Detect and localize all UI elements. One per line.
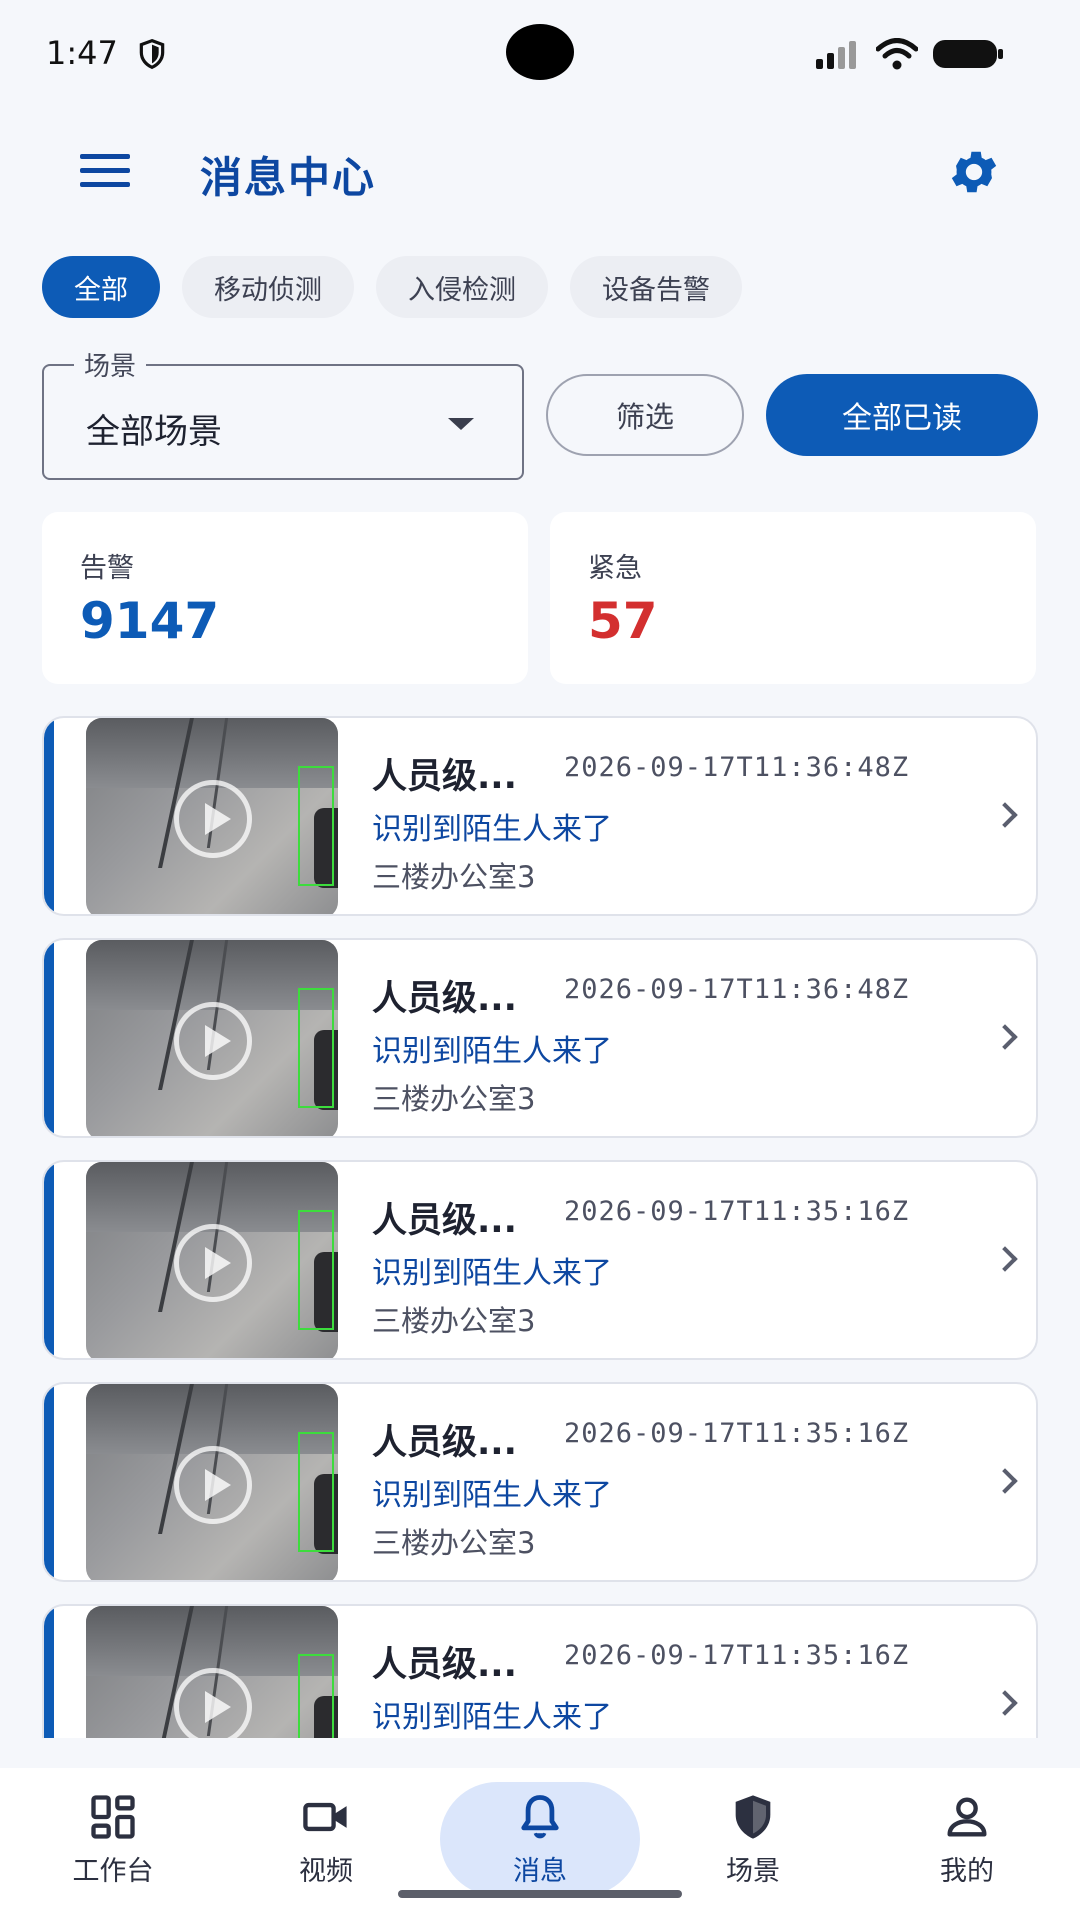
chevron-right-icon (992, 802, 1018, 828)
message-time: 2026-09-17T11:35:16Z (564, 1196, 910, 1227)
message-list-item[interactable]: 人员级... 2026-09-17T11:35:16Z 识别到陌生人来了 三楼办… (42, 1382, 1038, 1582)
signal-icon (816, 41, 856, 69)
message-title: 人员级... (372, 1645, 517, 1685)
nav-item-profile[interactable]: 我的 (867, 1782, 1067, 1896)
scene-dropdown[interactable]: 场景 全部场景 (42, 346, 524, 480)
page-title: 消息中心 (200, 153, 377, 202)
message-list-item[interactable]: 人员级... 2026-09-17T11:35:16Z 识别到陌生人来了 三楼办… (42, 1160, 1038, 1360)
message-time: 2026-09-17T11:35:16Z (564, 1640, 910, 1671)
tab-device-alarm[interactable]: 设备告警 (570, 256, 742, 318)
alarm-stat-label: 告警 (80, 553, 134, 584)
message-location: 三楼办公室3 (372, 1304, 536, 1338)
urgent-stat-value: 57 (588, 592, 658, 650)
alarm-stat-card[interactable]: 告警 9147 (42, 512, 528, 684)
message-list-item[interactable]: 人员级... 2026-09-17T11:36:48Z 识别到陌生人来了 三楼办… (42, 716, 1038, 916)
chevron-right-icon (992, 1246, 1018, 1272)
urgent-stat-label: 紧急 (588, 553, 642, 584)
video-thumbnail[interactable] (86, 940, 338, 1136)
play-icon[interactable] (174, 1002, 252, 1080)
message-time: 2026-09-17T11:36:48Z (564, 752, 910, 783)
message-location: 三楼办公室3 (372, 1082, 536, 1116)
nav-label-messages: 消息 (513, 1855, 567, 1887)
accent-bar (44, 718, 54, 914)
scene-dropdown-value: 全部场景 (86, 412, 222, 452)
accent-bar (44, 1384, 54, 1580)
play-icon[interactable] (174, 1224, 252, 1302)
video-thumbnail[interactable] (86, 1384, 338, 1580)
status-time: 1:47 (46, 34, 118, 72)
category-tabs: 全部 移动侦测 入侵检测 设备告警 (42, 256, 742, 318)
play-icon[interactable] (174, 1668, 252, 1738)
nav-item-messages[interactable]: 消息 (440, 1782, 640, 1896)
nav-item-workbench[interactable]: 工作台 (13, 1782, 213, 1896)
scene-dropdown-label: 场景 (74, 346, 147, 383)
video-camera-icon (303, 1802, 347, 1831)
urgent-stat-card[interactable]: 紧急 57 (550, 512, 1036, 684)
wifi-icon (876, 38, 918, 70)
person-icon (947, 1797, 987, 1836)
message-time: 2026-09-17T11:36:48Z (564, 974, 910, 1005)
dashboard-icon (91, 1794, 135, 1839)
app-bar: 消息中心 (0, 110, 1080, 230)
shield-status-icon (139, 38, 165, 70)
bell-icon (521, 1794, 559, 1838)
alarm-stat-value: 9147 (80, 592, 220, 650)
nav-item-video[interactable]: 视频 (226, 1782, 426, 1896)
chevron-right-icon (992, 1024, 1018, 1050)
video-thumbnail[interactable] (86, 1162, 338, 1358)
message-location: 三楼办公室3 (372, 1526, 536, 1560)
message-title: 人员级... (372, 1201, 517, 1241)
video-thumbnail[interactable] (86, 1606, 338, 1738)
nav-label-workbench: 工作台 (72, 1855, 154, 1887)
chevron-right-icon (992, 1468, 1018, 1494)
battery-icon (933, 40, 1003, 68)
play-icon[interactable] (174, 780, 252, 858)
message-title: 人员级... (372, 1423, 517, 1463)
home-indicator[interactable] (398, 1890, 682, 1898)
nav-item-scenes[interactable]: 场景 (653, 1782, 853, 1896)
nav-label-scenes: 场景 (726, 1855, 780, 1887)
mark-all-read-button[interactable]: 全部已读 (766, 374, 1038, 456)
chevron-right-icon (992, 1690, 1018, 1716)
nav-label-profile: 我的 (940, 1855, 994, 1887)
message-location: 三楼办公室3 (372, 860, 536, 894)
message-description: 识别到陌生人来了 (372, 812, 612, 847)
video-thumbnail[interactable] (86, 718, 338, 914)
message-list-item[interactable]: 人员级... 2026-09-17T11:36:48Z 识别到陌生人来了 三楼办… (42, 938, 1038, 1138)
message-title: 人员级... (372, 979, 517, 1019)
message-time: 2026-09-17T11:35:16Z (564, 1418, 910, 1449)
play-icon[interactable] (174, 1446, 252, 1524)
message-description: 识别到陌生人来了 (372, 1700, 612, 1735)
accent-bar (44, 940, 54, 1136)
message-description: 识别到陌生人来了 (372, 1034, 612, 1069)
gear-icon[interactable] (946, 144, 1002, 200)
filter-button[interactable]: 筛选 (546, 374, 744, 456)
status-icons (814, 38, 1004, 70)
status-bar: 1:47 (0, 0, 1080, 110)
message-description: 识别到陌生人来了 (372, 1478, 612, 1513)
dropdown-caret-icon (448, 418, 474, 430)
camera-notch (506, 24, 574, 80)
accent-bar (44, 1606, 54, 1738)
message-list-item[interactable]: 人员级... 2026-09-17T11:35:16Z 识别到陌生人来了 (42, 1604, 1038, 1738)
tab-motion-detection[interactable]: 移动侦测 (182, 256, 354, 318)
message-title: 人员级... (372, 757, 517, 797)
menu-icon[interactable] (70, 146, 140, 196)
tab-all[interactable]: 全部 (42, 256, 160, 318)
accent-bar (44, 1162, 54, 1358)
tab-intrusion-detection[interactable]: 入侵检测 (376, 256, 548, 318)
message-list: 人员级... 2026-09-17T11:36:48Z 识别到陌生人来了 三楼办… (0, 716, 1080, 1738)
shield-icon (735, 1794, 771, 1839)
nav-label-video: 视频 (299, 1855, 353, 1887)
message-description: 识别到陌生人来了 (372, 1256, 612, 1291)
